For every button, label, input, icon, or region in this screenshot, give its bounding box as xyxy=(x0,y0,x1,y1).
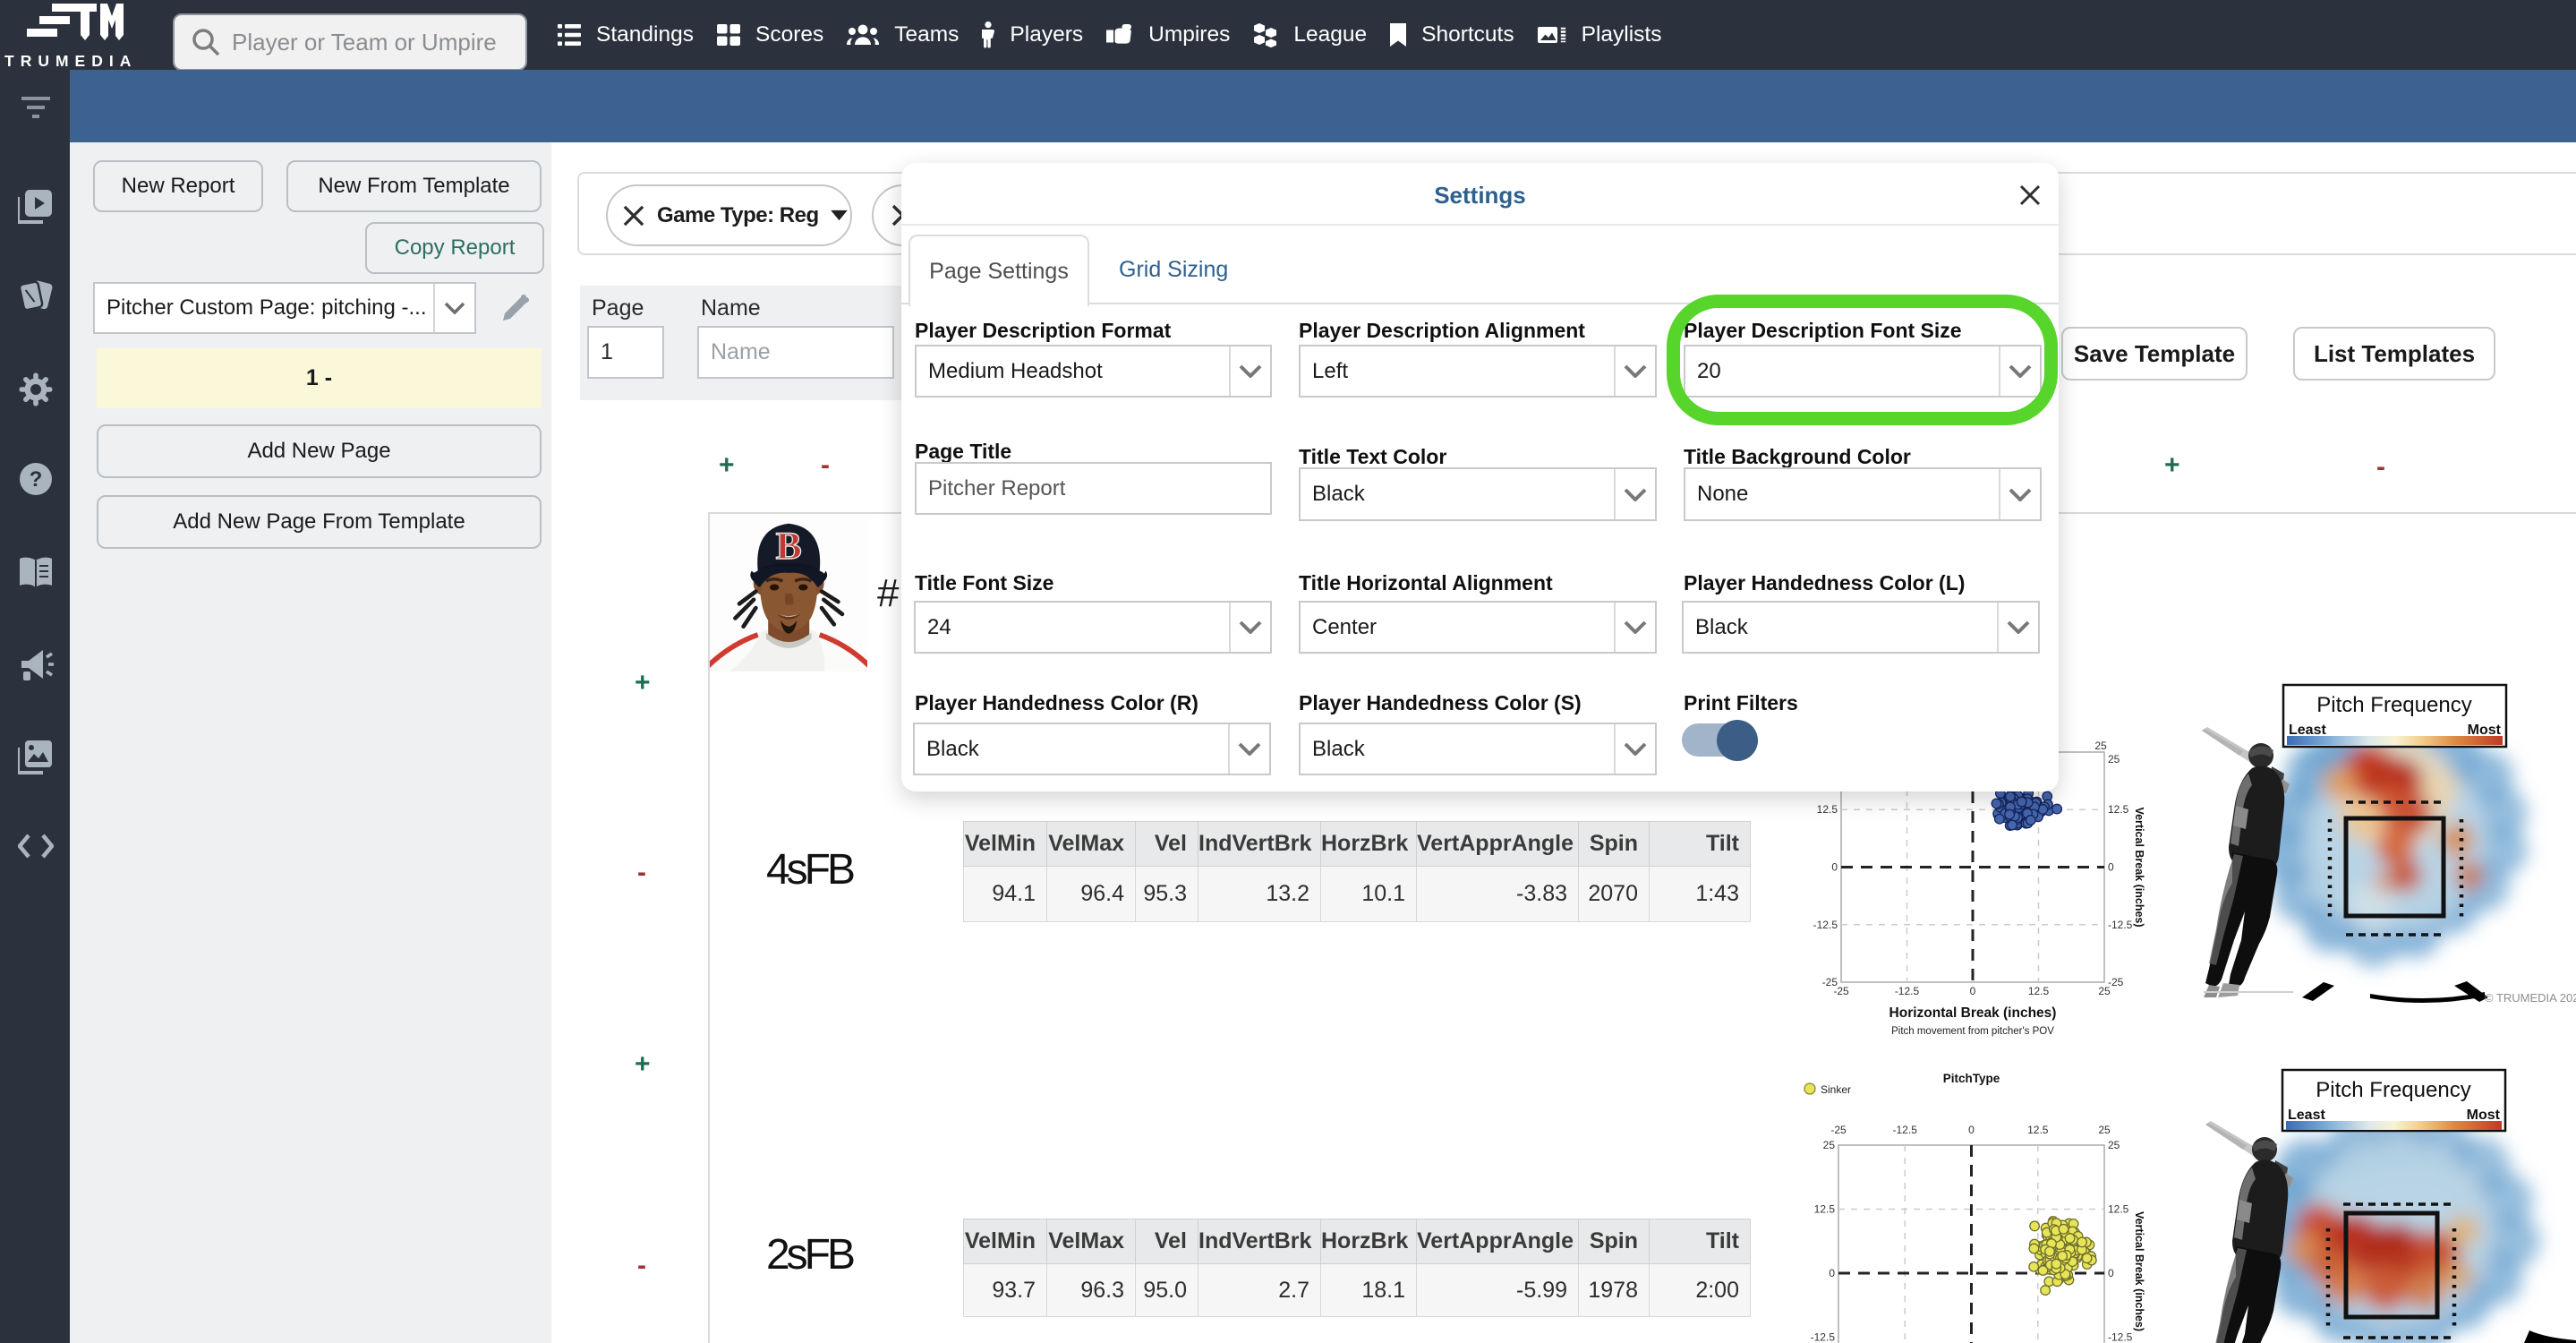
svg-text:-25: -25 xyxy=(1830,1124,1847,1136)
svg-text:B: B xyxy=(776,525,802,568)
svg-text:Vertical Break (inches): Vertical Break (inches) xyxy=(2133,807,2145,927)
svg-text:Sinker: Sinker xyxy=(1821,1083,1851,1096)
svg-text:Least: Least xyxy=(2288,1108,2325,1123)
svg-text:25: 25 xyxy=(2108,753,2120,766)
svg-text:0: 0 xyxy=(1968,1124,1975,1136)
svg-text:12.5: 12.5 xyxy=(2028,985,2050,997)
svg-text:12.5: 12.5 xyxy=(2108,803,2129,816)
svg-text:© TRUMEDIA 2024: © TRUMEDIA 2024 xyxy=(2485,991,2576,1005)
svg-text:-12.5: -12.5 xyxy=(2108,1331,2133,1343)
svg-text:25: 25 xyxy=(2098,985,2111,997)
svg-text:12.5: 12.5 xyxy=(1814,1203,1836,1216)
svg-text:25: 25 xyxy=(2098,1124,2111,1136)
svg-text:0: 0 xyxy=(1829,1267,1835,1279)
svg-text:25: 25 xyxy=(2108,1139,2120,1151)
svg-text:Vertical Break (inches): Vertical Break (inches) xyxy=(2133,1211,2145,1331)
svg-text:12.5: 12.5 xyxy=(2108,1203,2129,1216)
svg-text:25: 25 xyxy=(1823,1139,1836,1151)
svg-text:0: 0 xyxy=(1831,861,1838,874)
svg-text:-12.5: -12.5 xyxy=(1811,1331,1836,1343)
svg-text:Horizontal Break (inches): Horizontal Break (inches) xyxy=(1889,1005,2057,1021)
svg-text:?: ? xyxy=(30,467,43,492)
svg-text:0: 0 xyxy=(2108,861,2114,874)
svg-text:Least: Least xyxy=(2289,723,2326,738)
svg-text:Most: Most xyxy=(2468,723,2502,738)
svg-text:PitchType: PitchType xyxy=(1943,1072,2000,1085)
svg-text:12.5: 12.5 xyxy=(1817,803,1838,816)
svg-text:Pitch Frequency: Pitch Frequency xyxy=(2316,1078,2470,1102)
svg-text:Pitch Frequency: Pitch Frequency xyxy=(2316,693,2471,717)
svg-text:-12.5: -12.5 xyxy=(1895,985,1920,997)
svg-text:Pitch movement from pitcher's: Pitch movement from pitcher's POV xyxy=(1891,1026,2054,1037)
svg-text:Most: Most xyxy=(2467,1108,2501,1123)
svg-text:-12.5: -12.5 xyxy=(1893,1124,1918,1136)
svg-text:12.5: 12.5 xyxy=(2027,1124,2049,1136)
svg-text:-25: -25 xyxy=(1833,985,1849,997)
svg-text:25: 25 xyxy=(2094,740,2107,752)
svg-text:-12.5: -12.5 xyxy=(2108,919,2133,931)
svg-text:0: 0 xyxy=(2108,1267,2114,1279)
svg-text:0: 0 xyxy=(1970,985,1976,997)
svg-text:-12.5: -12.5 xyxy=(1813,919,1838,931)
